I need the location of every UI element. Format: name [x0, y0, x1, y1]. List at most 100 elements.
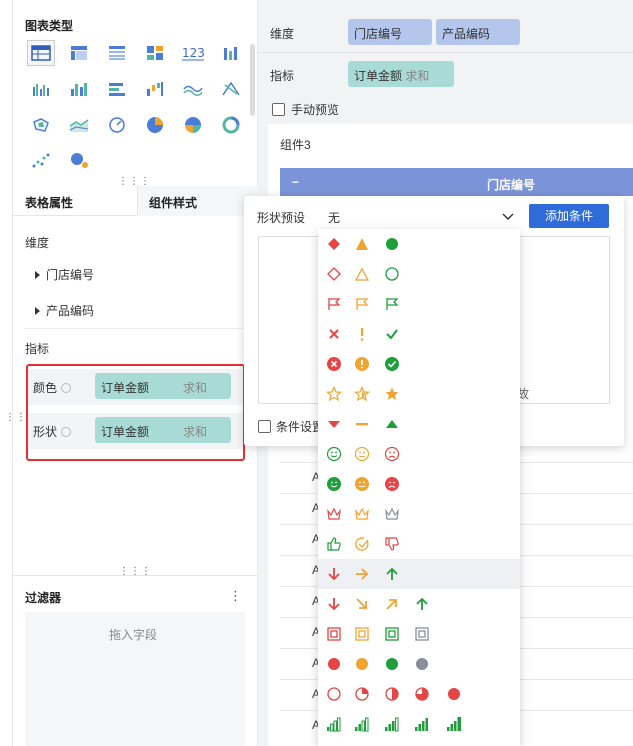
tab-table-properties[interactable]: 表格属性: [25, 194, 73, 211]
shape-option-pies[interactable]: [318, 679, 520, 709]
chart-type-grid: 123: [27, 40, 240, 174]
shape-preset-value: 无: [328, 211, 341, 225]
signal-bars-icon: [327, 717, 341, 732]
shape-option-stars[interactable]: [318, 379, 520, 409]
number-card-icon[interactable]: 123: [179, 40, 207, 66]
filter-placeholder: 拖入字段: [109, 628, 158, 642]
smile-filled-icon: [327, 477, 341, 491]
bubble-chart-icon[interactable]: [65, 148, 93, 174]
metric-label: 指标: [25, 342, 50, 356]
thumbs-down-icon: [385, 537, 399, 551]
filter-drop-zone[interactable]: 拖入字段: [25, 612, 245, 746]
arrow-up-icon: [386, 567, 398, 580]
horizontal-bar-icon[interactable]: [103, 76, 131, 102]
dimension-item-label: 门店编号: [46, 268, 95, 282]
block-chart-icon[interactable]: [141, 40, 169, 66]
shape-option-outline-shapes[interactable]: [318, 259, 520, 289]
chart-type-title: 图表类型: [25, 19, 74, 33]
bar-chart-icon[interactable]: [27, 76, 55, 102]
shape-option-crowns[interactable]: [318, 499, 520, 529]
circle-icon: [386, 238, 398, 250]
triangle-outline-icon: [354, 267, 370, 281]
expand-triangle-icon: [35, 306, 40, 315]
shape-option-cross-exclaim-check[interactable]: [318, 319, 520, 349]
cross-table-icon[interactable]: [65, 40, 93, 66]
triangle-icon: [356, 238, 368, 250]
manual-preview-label: 手动预览: [291, 103, 340, 117]
map-chart-icon[interactable]: [27, 112, 55, 138]
flag-icon: [356, 298, 369, 310]
divider: [13, 575, 259, 576]
dimension-item-product[interactable]: 产品编码: [35, 302, 94, 319]
shape-option-diamond-triangle-circle[interactable]: [318, 229, 520, 259]
dot-icon: [328, 658, 340, 670]
detail-table-icon[interactable]: [103, 40, 131, 66]
more-icon[interactable]: ⋮: [229, 588, 242, 604]
panel-drag-handle-icon[interactable]: ⋮⋮: [5, 412, 27, 423]
dimension-pill-product[interactable]: 产品编码: [436, 19, 520, 45]
shape-option-circle-status[interactable]: [318, 349, 520, 379]
signal-bars-icon: [415, 718, 428, 731]
metric-pill[interactable]: 订单金额 求和: [348, 61, 454, 87]
manual-preview-toggle[interactable]: 手动预览: [272, 101, 339, 118]
grouped-bar-icon[interactable]: [217, 40, 245, 66]
shape-option-flags[interactable]: [318, 289, 520, 319]
triangle-down-icon: [328, 421, 340, 428]
dimension-label: 维度: [270, 27, 295, 41]
exclamation-icon: [360, 328, 364, 341]
shape-option-thumbs[interactable]: [318, 529, 520, 559]
chevron-down-icon: [502, 210, 514, 224]
dimension-pill-store[interactable]: 门店编号: [348, 19, 432, 45]
collapse-icon[interactable]: −: [292, 175, 299, 189]
circle-cross-icon: [327, 357, 341, 371]
shape-preset-select[interactable]: 无: [318, 202, 520, 230]
signal-bars-icon: [355, 717, 369, 732]
pie-empty-icon: [327, 687, 341, 701]
waterfall-icon[interactable]: [141, 76, 169, 102]
manual-preview-checkbox[interactable]: [272, 103, 285, 116]
sad-face-icon: [384, 446, 400, 462]
radar-chart-icon[interactable]: [217, 76, 245, 102]
line-chart-icon[interactable]: [179, 76, 207, 102]
component-name: 组件3: [280, 138, 311, 152]
shape-option-squares[interactable]: [318, 619, 520, 649]
shape-option-dots[interactable]: [318, 649, 520, 679]
svg-text:123: 123: [182, 46, 205, 60]
dash-icon: [356, 423, 368, 426]
rose-chart-icon[interactable]: [179, 112, 207, 138]
area-chart-icon[interactable]: [65, 112, 93, 138]
shape-option-signal-bars[interactable]: [318, 709, 520, 739]
arrow-up-right-icon: [386, 599, 397, 610]
shape-option-smiley-filled[interactable]: [318, 469, 520, 499]
dot-icon: [356, 658, 368, 670]
clustered-bar-icon[interactable]: [65, 76, 93, 102]
shape-option-arrows-4[interactable]: [318, 589, 520, 619]
scatter-chart-icon[interactable]: [27, 148, 55, 174]
dimension-label: 维度: [25, 236, 50, 250]
star-outline-icon: [326, 386, 342, 402]
table-chart-icon[interactable]: [27, 40, 55, 66]
square-icon: [415, 627, 429, 641]
pie-chart-icon[interactable]: [141, 112, 169, 138]
circle-check-icon: [385, 357, 399, 371]
gauge-icon[interactable]: [103, 112, 131, 138]
dimension-item-label: 产品编码: [46, 304, 95, 318]
highlight-box: [26, 364, 245, 461]
tab-component-style[interactable]: 组件样式: [149, 194, 197, 211]
divider: [25, 328, 243, 329]
crown-icon: [327, 507, 341, 520]
metric-label: 指标: [270, 69, 295, 83]
shape-option-arrows-3[interactable]: [318, 559, 520, 589]
shape-option-smiley-outline[interactable]: [318, 439, 520, 469]
shape-option-arrow-triangles[interactable]: [318, 409, 520, 439]
condition-settings-toggle[interactable]: 条件设置: [258, 418, 324, 435]
add-condition-button[interactable]: 添加条件: [529, 204, 609, 228]
thumbs-up-icon: [327, 537, 341, 551]
chart-type-scrollbar[interactable]: [250, 44, 255, 116]
dimension-item-store[interactable]: 门店编号: [35, 266, 94, 283]
ring-chart-icon[interactable]: [217, 112, 245, 138]
condition-settings-checkbox[interactable]: [258, 420, 271, 433]
triangle-up-icon: [386, 420, 398, 428]
signal-bars-icon: [385, 717, 399, 732]
pie-half-icon: [385, 687, 399, 701]
